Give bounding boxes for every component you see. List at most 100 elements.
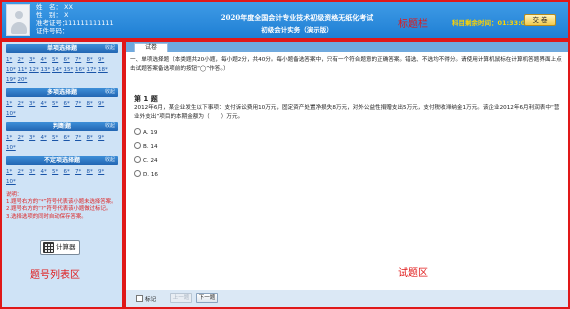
collapse-toggle[interactable]: 收起 [105, 156, 115, 165]
question-link[interactable]: 6* [64, 100, 75, 108]
section-header: 多项选择题 收起 [6, 88, 118, 97]
radio-icon[interactable] [134, 170, 141, 177]
question-link[interactable]: 12* [29, 66, 40, 74]
collapse-toggle[interactable]: 收起 [105, 122, 115, 131]
section-instructions: 一、单项选择题（本类题共20小题，每小题2分，共40分。每小题备选答案中，只有一… [130, 57, 562, 72]
question-link[interactable]: 5* [52, 56, 63, 64]
question-link[interactable]: 2* [18, 56, 29, 64]
question-number-grid: 1* 2* 3* 4* 5* 6* 7* 8* 9* 10* [6, 165, 118, 188]
checkbox-icon[interactable] [136, 295, 143, 302]
question-link[interactable]: 3* [29, 56, 40, 64]
question-link[interactable]: 4* [41, 100, 52, 108]
question-link[interactable]: 10* [6, 144, 17, 152]
question-link[interactable]: 2* [18, 168, 29, 176]
question-link[interactable]: 4* [41, 56, 52, 64]
title-bar-annotation: 标题栏 [398, 19, 428, 30]
prev-question-button[interactable]: 上一题 [170, 293, 192, 303]
question-link[interactable]: 10* [6, 178, 17, 186]
question-link[interactable]: 14* [52, 66, 63, 74]
question-link[interactable]: 5* [52, 100, 63, 108]
question-link[interactable]: 9* [98, 168, 109, 176]
question-link[interactable]: 4* [41, 168, 52, 176]
question-area: 试卷 一、单项选择题（本类题共20小题，每小题2分，共40分。每小题备选答案中，… [126, 42, 568, 307]
question-link[interactable]: 3* [29, 168, 40, 176]
question-link[interactable]: 6* [64, 56, 75, 64]
question-section: 判断题 收起 1* 2* 3* 4* 5* 6* 7* 8* 9* 10* [6, 122, 118, 154]
question-link[interactable]: 1* [6, 134, 17, 142]
question-section: 单项选择题 收起 1* 2* 3* 4* 5* 6* 7* 8* 9* 10* 11* 12* 13* 14*… [6, 44, 118, 86]
option-d[interactable]: D. 16 [134, 170, 158, 178]
question-link[interactable]: 5* [52, 168, 63, 176]
tab-paper[interactable]: 试卷 [134, 43, 168, 52]
submit-exam-button[interactable]: 交 卷 [524, 14, 556, 26]
note-line: 2.题号右方的“?”符号代表该小题做过标记。 [6, 206, 112, 213]
remaining-time: 科目剩余时间：01:33:09 [452, 19, 530, 27]
question-link[interactable]: 3* [29, 134, 40, 142]
notes: 说明： 1.题号右方的“*”符号代表该小题未选择答案。 2.题号右方的“?”符号… [6, 192, 118, 221]
radio-icon[interactable] [134, 156, 141, 163]
radio-icon[interactable] [134, 142, 141, 149]
question-link[interactable]: 17* [87, 66, 98, 74]
question-link[interactable]: 1* [6, 100, 17, 108]
question-link[interactable]: 8* [87, 168, 98, 176]
question-link[interactable]: 6* [64, 134, 75, 142]
question-link[interactable]: 20* [18, 76, 29, 84]
question-link[interactable]: 18* [98, 66, 109, 74]
calculator-icon [43, 242, 54, 253]
question-link[interactable]: 8* [87, 56, 98, 64]
question-section: 多项选择题 收起 1* 2* 3* 4* 5* 6* 7* 8* 9* 10* [6, 88, 118, 120]
question-link[interactable]: 7* [75, 168, 86, 176]
question-link[interactable]: 11* [18, 66, 29, 74]
question-link[interactable]: 1* [6, 168, 17, 176]
collapse-toggle[interactable]: 收起 [105, 88, 115, 97]
question-link[interactable]: 2* [18, 100, 29, 108]
question-link[interactable]: 15* [64, 66, 75, 74]
exam-title: 2020年度全国会计专业技术初级资格无纸化考试 [220, 13, 374, 22]
question-link[interactable]: 8* [87, 100, 98, 108]
question-list-panel: 单项选择题 收起 1* 2* 3* 4* 5* 6* 7* 8* 9*10* 11* 12* 13* 14*… [2, 42, 122, 307]
question-link[interactable]: 9* [98, 56, 109, 64]
question-link[interactable]: 7* [75, 100, 86, 108]
question-link[interactable]: 10* [6, 110, 17, 118]
section-header: 不定项选择题 收起 [6, 156, 118, 165]
option-c[interactable]: C. 24 [134, 156, 158, 164]
question-link[interactable]: 5* [52, 134, 63, 142]
section-header: 单项选择题 收起 [6, 44, 118, 53]
question-link[interactable]: 19* [6, 76, 17, 84]
question-link[interactable]: 1* [6, 56, 17, 64]
question-link[interactable]: 10* [6, 66, 17, 74]
question-number: 第 1 题 [134, 95, 158, 103]
question-link[interactable]: 2* [18, 134, 29, 142]
question-link[interactable]: 8* [87, 134, 98, 142]
tab-bar: 试卷 [126, 42, 568, 52]
question-list-annotation: 题号列表区 [30, 270, 80, 281]
question-link[interactable]: 13* [41, 66, 52, 74]
question-number-grid: 1* 2* 3* 4* 5* 6* 7* 8* 9*10* 11* 12* 13* 14* 15* 16* 1… [6, 53, 118, 86]
candidate-ticket: 准考证号：111111111111 [36, 19, 114, 27]
radio-icon[interactable] [134, 128, 141, 135]
calculator-button[interactable]: 计算器 [40, 240, 80, 255]
candidate-avatar [6, 4, 30, 36]
question-link[interactable]: 16* [75, 66, 86, 74]
next-question-button[interactable]: 下一题 [196, 293, 218, 303]
section-title: 单项选择题 [46, 45, 77, 52]
option-b[interactable]: B. 14 [134, 142, 158, 150]
title-bar: 姓 名： XX 性 别： X 准考证号：111111111111 证件号码： 202… [2, 2, 568, 38]
question-link[interactable]: 4* [41, 134, 52, 142]
candidate-name: 姓 名： XX [36, 3, 73, 11]
option-a[interactable]: A. 19 [134, 128, 157, 136]
question-link[interactable]: 7* [75, 134, 86, 142]
collapse-toggle[interactable]: 收起 [105, 44, 115, 53]
section-title: 多项选择题 [46, 89, 77, 96]
question-link[interactable]: 6* [64, 168, 75, 176]
navigation-bar: 标记 上一题 下一题 [126, 290, 568, 307]
mark-question[interactable]: 标记 [136, 295, 156, 303]
section-title: 判断题 [52, 123, 71, 130]
question-link[interactable]: 9* [98, 134, 109, 142]
question-link[interactable]: 3* [29, 100, 40, 108]
question-number-grid: 1* 2* 3* 4* 5* 6* 7* 8* 9* 10* [6, 97, 118, 120]
question-link[interactable]: 9* [98, 100, 109, 108]
question-link[interactable]: 7* [75, 56, 86, 64]
question-number-grid: 1* 2* 3* 4* 5* 6* 7* 8* 9* 10* [6, 131, 118, 154]
question-section: 不定项选择题 收起 1* 2* 3* 4* 5* 6* 7* 8* 9* 10* [6, 156, 118, 188]
